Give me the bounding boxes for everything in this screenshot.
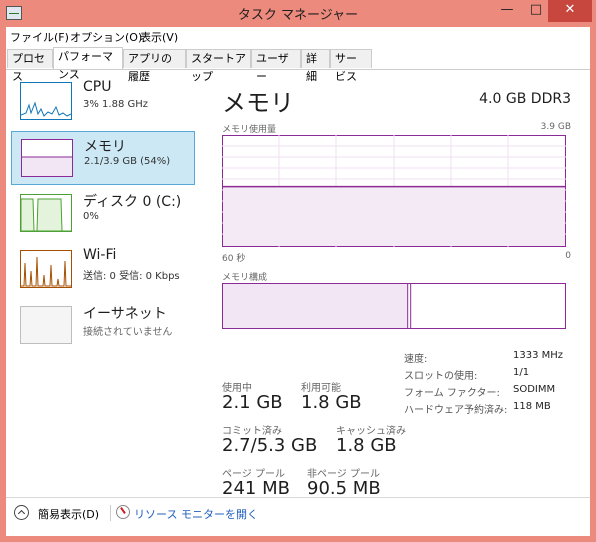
sidebar-item-wifi[interactable]: Wi-Fi 送信: 0 受信: 0 Kbps [11,243,195,297]
spec-speed-value: 1333 MHz [513,350,564,361]
close-button[interactable]: ✕ [548,0,592,22]
cpu-thumbnail [20,82,72,120]
resource-monitor-icon[interactable] [116,505,130,519]
sidebar-sub: 2.1/3.9 GB (54%) [84,156,171,167]
minimize-button[interactable]: — [492,0,522,22]
tab-users[interactable]: ユーザー [251,49,301,83]
sidebar-sub: 送信: 0 受信: 0 Kbps [83,271,180,282]
composition-label: メモリ構成 [222,273,268,283]
spec-reserved-label: ハードウェア予約済み: [404,405,508,416]
tab-services[interactable]: サービス [330,49,372,83]
tab-app-history[interactable]: アプリの履歴 [123,49,186,83]
disk-thumbnail-graph [21,198,71,231]
memory-thumbnail [21,139,73,177]
paged-pool-value: 241 MB [222,478,290,499]
menu-options[interactable]: オプション(O) [70,29,142,45]
memory-thumbnail-graph [22,156,72,176]
spec-form-factor-value: SODIMM [513,384,556,395]
cached-value: 1.8 GB [336,435,397,456]
tab-performance[interactable]: パフォーマンス [53,47,123,81]
cpu-thumbnail-graph [21,101,71,117]
tab-details[interactable]: 詳細 [301,49,330,83]
footer-bar: 簡易表示(D) リソース モニターを開く [6,497,590,537]
sidebar-name: メモリ [84,139,126,155]
sidebar-name: ディスク 0 (C:) [83,194,182,210]
committed-value: 2.7/5.3 GB [222,435,318,456]
sidebar-item-memory[interactable]: メモリ 2.1/3.9 GB (54%) [11,131,195,185]
disk-thumbnail [20,194,72,232]
spec-reserved-value: 118 MB [513,401,551,412]
memory-panel: メモリ 4.0 GB DDR3 メモリ使用量 3.9 GB 60 秒 0 メモリ… [216,71,571,499]
usage-graph-max: 3.9 GB [540,122,571,132]
tab-processes[interactable]: プロセス [7,49,53,83]
client-area: ファイル(F) オプション(O) 表示(V) プロセス パフォーマンス アプリの… [6,27,590,536]
sidebar-sub: 0% [83,211,99,222]
sidebar-sub: 接続されていません [83,327,173,338]
sidebar-sub: 3% 1.88 GHz [83,99,149,110]
in-use-value: 2.1 GB [222,392,283,413]
menu-bar: ファイル(F) オプション(O) 表示(V) [6,27,590,46]
sidebar-item-cpu[interactable]: CPU 3% 1.88 GHz [11,75,195,129]
spec-slots-value: 1/1 [513,367,530,378]
tab-strip: プロセス パフォーマンス アプリの履歴 スタートアップ ユーザー 詳細 サービス [6,47,590,83]
sidebar-item-ethernet[interactable]: イーサネット 接続されていません [11,299,195,353]
available-value: 1.8 GB [301,392,362,413]
panel-title: メモリ [222,89,294,117]
wifi-thumbnail [20,250,72,288]
usage-graph-label: メモリ使用量 [222,125,277,135]
ethernet-thumbnail [20,306,72,344]
menu-file[interactable]: ファイル(F) [10,29,69,45]
time-axis-left: 60 秒 [222,254,246,264]
sidebar-name: イーサネット [83,306,167,322]
open-resource-monitor-link[interactable]: リソース モニターを開く [134,506,258,522]
maximize-button[interactable]: □ [522,0,550,22]
nonpaged-pool-value: 90.5 MB [307,478,381,499]
memory-usage-graph [222,135,566,247]
spec-form-factor-label: フォーム ファクター: [404,388,500,399]
time-axis-right: 0 [565,251,571,261]
wifi-thumbnail-graph [21,256,71,287]
sidebar-name: Wi-Fi [83,247,117,263]
spec-slots-label: スロットの使用: [404,371,478,382]
task-manager-window: タスク マネージャー — □ ✕ ファイル(F) オプション(O) 表示(V) … [0,0,596,542]
composition-in-use [223,284,408,328]
tab-startup[interactable]: スタートアップ [186,49,251,83]
chevron-up-icon[interactable] [14,505,29,520]
memory-composition-bar [222,283,566,329]
sidebar-item-disk[interactable]: ディスク 0 (C:) 0% [11,187,195,241]
fewer-details-button[interactable]: 簡易表示(D) [38,506,99,522]
spec-speed-label: 速度: [404,354,428,365]
title-bar[interactable]: タスク マネージャー — □ ✕ [0,0,596,26]
memory-spec: 4.0 GB DDR3 [479,91,571,107]
sidebar-name: CPU [83,79,112,95]
footer-divider [110,505,111,521]
menu-view[interactable]: 表示(V) [140,29,178,45]
usage-fill [223,186,565,246]
resource-sidebar: CPU 3% 1.88 GHz メモリ 2.1/3.9 GB (54%) ディス… [6,71,197,491]
